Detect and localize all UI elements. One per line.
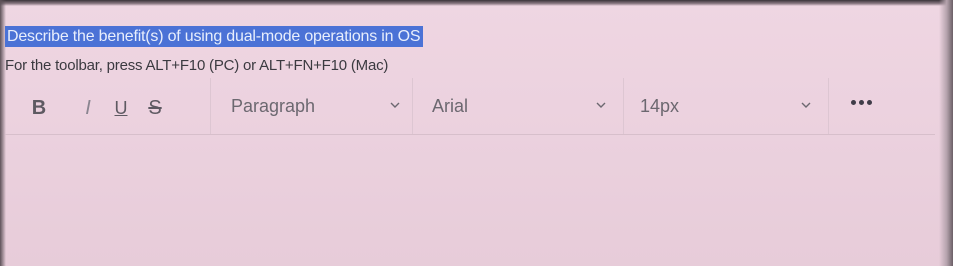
answer-editor[interactable] <box>5 135 935 266</box>
toolbar-divider <box>828 78 829 134</box>
chevron-down-icon <box>596 102 606 108</box>
toolbar-instructions: For the toolbar, press ALT+F10 (PC) or A… <box>5 57 389 74</box>
more-options-button[interactable] <box>843 92 883 114</box>
bold-button[interactable]: B <box>29 97 49 119</box>
underline-button[interactable]: U <box>111 97 131 119</box>
font-family-value: Arial <box>432 96 469 116</box>
block-format-dropdown[interactable]: Paragraph <box>210 78 412 134</box>
screen: Describe the benefit(s) of using dual-mo… <box>0 0 953 266</box>
font-size-dropdown[interactable]: 14px <box>623 78 828 134</box>
font-family-dropdown[interactable]: Arial <box>412 78 623 134</box>
editor-toolbar: B I U S Paragraph Arial 14px <box>5 78 935 135</box>
chevron-down-icon <box>801 102 811 108</box>
block-format-value: Paragraph <box>231 96 316 116</box>
monitor-bezel-right <box>939 0 953 266</box>
monitor-bezel-top <box>0 0 953 6</box>
italic-button[interactable]: I <box>78 97 98 119</box>
chevron-down-icon <box>390 102 400 108</box>
font-size-value: 14px <box>640 96 680 116</box>
question-text: Describe the benefit(s) of using dual-mo… <box>5 26 424 47</box>
strikethrough-button[interactable]: S <box>145 97 165 119</box>
